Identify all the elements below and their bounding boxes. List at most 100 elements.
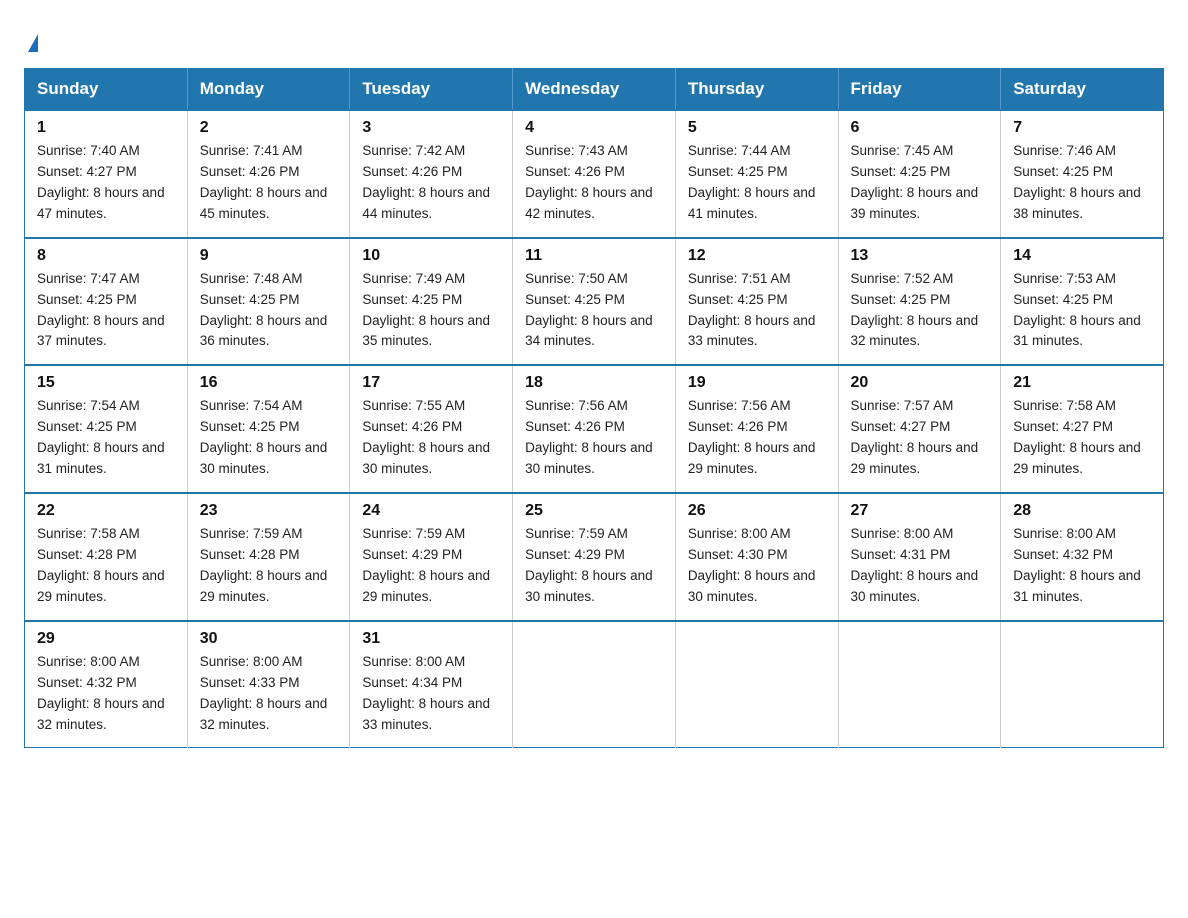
calendar-cell: 3 Sunrise: 7:42 AMSunset: 4:26 PMDayligh… xyxy=(350,110,513,238)
day-number: 30 xyxy=(200,630,338,648)
day-number: 22 xyxy=(37,502,175,520)
day-number: 1 xyxy=(37,119,175,137)
calendar-cell: 7 Sunrise: 7:46 AMSunset: 4:25 PMDayligh… xyxy=(1001,110,1164,238)
day-info: Sunrise: 7:51 AMSunset: 4:25 PMDaylight:… xyxy=(688,269,826,353)
day-info: Sunrise: 7:53 AMSunset: 4:25 PMDaylight:… xyxy=(1013,269,1151,353)
calendar-cell: 28 Sunrise: 8:00 AMSunset: 4:32 PMDaylig… xyxy=(1001,493,1164,621)
calendar-cell: 2 Sunrise: 7:41 AMSunset: 4:26 PMDayligh… xyxy=(187,110,350,238)
calendar-week-row: 15 Sunrise: 7:54 AMSunset: 4:25 PMDaylig… xyxy=(25,365,1164,493)
day-number: 7 xyxy=(1013,119,1151,137)
calendar-cell: 11 Sunrise: 7:50 AMSunset: 4:25 PMDaylig… xyxy=(513,238,676,366)
day-info: Sunrise: 7:58 AMSunset: 4:28 PMDaylight:… xyxy=(37,524,175,608)
day-number: 5 xyxy=(688,119,826,137)
calendar-cell: 19 Sunrise: 7:56 AMSunset: 4:26 PMDaylig… xyxy=(675,365,838,493)
day-info: Sunrise: 7:42 AMSunset: 4:26 PMDaylight:… xyxy=(362,141,500,225)
day-info: Sunrise: 7:58 AMSunset: 4:27 PMDaylight:… xyxy=(1013,396,1151,480)
day-of-week-header: Saturday xyxy=(1001,69,1164,111)
day-info: Sunrise: 8:00 AMSunset: 4:31 PMDaylight:… xyxy=(851,524,989,608)
logo-triangle-icon xyxy=(28,34,38,52)
day-number: 25 xyxy=(525,502,663,520)
calendar-cell: 12 Sunrise: 7:51 AMSunset: 4:25 PMDaylig… xyxy=(675,238,838,366)
day-number: 31 xyxy=(362,630,500,648)
calendar-cell: 26 Sunrise: 8:00 AMSunset: 4:30 PMDaylig… xyxy=(675,493,838,621)
day-number: 14 xyxy=(1013,247,1151,265)
calendar-cell: 13 Sunrise: 7:52 AMSunset: 4:25 PMDaylig… xyxy=(838,238,1001,366)
calendar-cell: 8 Sunrise: 7:47 AMSunset: 4:25 PMDayligh… xyxy=(25,238,188,366)
day-info: Sunrise: 7:52 AMSunset: 4:25 PMDaylight:… xyxy=(851,269,989,353)
calendar-cell: 17 Sunrise: 7:55 AMSunset: 4:26 PMDaylig… xyxy=(350,365,513,493)
day-of-week-header: Thursday xyxy=(675,69,838,111)
calendar-cell: 1 Sunrise: 7:40 AMSunset: 4:27 PMDayligh… xyxy=(25,110,188,238)
calendar-cell: 16 Sunrise: 7:54 AMSunset: 4:25 PMDaylig… xyxy=(187,365,350,493)
day-of-week-header: Tuesday xyxy=(350,69,513,111)
calendar-week-row: 1 Sunrise: 7:40 AMSunset: 4:27 PMDayligh… xyxy=(25,110,1164,238)
calendar-header-row: SundayMondayTuesdayWednesdayThursdayFrid… xyxy=(25,69,1164,111)
day-info: Sunrise: 8:00 AMSunset: 4:32 PMDaylight:… xyxy=(1013,524,1151,608)
day-number: 6 xyxy=(851,119,989,137)
day-number: 18 xyxy=(525,374,663,392)
calendar-cell: 21 Sunrise: 7:58 AMSunset: 4:27 PMDaylig… xyxy=(1001,365,1164,493)
day-number: 9 xyxy=(200,247,338,265)
calendar-cell: 18 Sunrise: 7:56 AMSunset: 4:26 PMDaylig… xyxy=(513,365,676,493)
calendar-cell: 5 Sunrise: 7:44 AMSunset: 4:25 PMDayligh… xyxy=(675,110,838,238)
calendar-cell: 15 Sunrise: 7:54 AMSunset: 4:25 PMDaylig… xyxy=(25,365,188,493)
day-info: Sunrise: 7:43 AMSunset: 4:26 PMDaylight:… xyxy=(525,141,663,225)
day-info: Sunrise: 7:45 AMSunset: 4:25 PMDaylight:… xyxy=(851,141,989,225)
calendar-table: SundayMondayTuesdayWednesdayThursdayFrid… xyxy=(24,68,1164,748)
calendar-cell: 14 Sunrise: 7:53 AMSunset: 4:25 PMDaylig… xyxy=(1001,238,1164,366)
day-info: Sunrise: 8:00 AMSunset: 4:30 PMDaylight:… xyxy=(688,524,826,608)
day-number: 20 xyxy=(851,374,989,392)
day-info: Sunrise: 7:46 AMSunset: 4:25 PMDaylight:… xyxy=(1013,141,1151,225)
calendar-cell: 24 Sunrise: 7:59 AMSunset: 4:29 PMDaylig… xyxy=(350,493,513,621)
day-number: 27 xyxy=(851,502,989,520)
calendar-cell: 10 Sunrise: 7:49 AMSunset: 4:25 PMDaylig… xyxy=(350,238,513,366)
day-info: Sunrise: 7:40 AMSunset: 4:27 PMDaylight:… xyxy=(37,141,175,225)
day-info: Sunrise: 7:59 AMSunset: 4:29 PMDaylight:… xyxy=(362,524,500,608)
calendar-cell xyxy=(513,621,676,748)
calendar-cell: 4 Sunrise: 7:43 AMSunset: 4:26 PMDayligh… xyxy=(513,110,676,238)
day-info: Sunrise: 7:44 AMSunset: 4:25 PMDaylight:… xyxy=(688,141,826,225)
day-info: Sunrise: 7:56 AMSunset: 4:26 PMDaylight:… xyxy=(525,396,663,480)
calendar-cell: 29 Sunrise: 8:00 AMSunset: 4:32 PMDaylig… xyxy=(25,621,188,748)
day-number: 16 xyxy=(200,374,338,392)
day-of-week-header: Monday xyxy=(187,69,350,111)
day-number: 21 xyxy=(1013,374,1151,392)
day-number: 3 xyxy=(362,119,500,137)
day-info: Sunrise: 7:50 AMSunset: 4:25 PMDaylight:… xyxy=(525,269,663,353)
day-of-week-header: Friday xyxy=(838,69,1001,111)
day-number: 15 xyxy=(37,374,175,392)
calendar-week-row: 8 Sunrise: 7:47 AMSunset: 4:25 PMDayligh… xyxy=(25,238,1164,366)
calendar-cell xyxy=(1001,621,1164,748)
calendar-cell: 23 Sunrise: 7:59 AMSunset: 4:28 PMDaylig… xyxy=(187,493,350,621)
day-info: Sunrise: 7:56 AMSunset: 4:26 PMDaylight:… xyxy=(688,396,826,480)
calendar-cell: 25 Sunrise: 7:59 AMSunset: 4:29 PMDaylig… xyxy=(513,493,676,621)
day-number: 26 xyxy=(688,502,826,520)
day-info: Sunrise: 7:59 AMSunset: 4:28 PMDaylight:… xyxy=(200,524,338,608)
day-info: Sunrise: 8:00 AMSunset: 4:34 PMDaylight:… xyxy=(362,652,500,736)
day-info: Sunrise: 8:00 AMSunset: 4:33 PMDaylight:… xyxy=(200,652,338,736)
day-number: 4 xyxy=(525,119,663,137)
day-number: 24 xyxy=(362,502,500,520)
day-number: 28 xyxy=(1013,502,1151,520)
day-number: 23 xyxy=(200,502,338,520)
day-number: 19 xyxy=(688,374,826,392)
day-info: Sunrise: 7:55 AMSunset: 4:26 PMDaylight:… xyxy=(362,396,500,480)
day-info: Sunrise: 7:47 AMSunset: 4:25 PMDaylight:… xyxy=(37,269,175,353)
day-number: 2 xyxy=(200,119,338,137)
day-number: 10 xyxy=(362,247,500,265)
logo xyxy=(24,24,38,52)
day-number: 11 xyxy=(525,247,663,265)
day-info: Sunrise: 7:41 AMSunset: 4:26 PMDaylight:… xyxy=(200,141,338,225)
logo-general-line xyxy=(24,24,38,52)
day-info: Sunrise: 7:54 AMSunset: 4:25 PMDaylight:… xyxy=(200,396,338,480)
day-number: 17 xyxy=(362,374,500,392)
calendar-cell: 30 Sunrise: 8:00 AMSunset: 4:33 PMDaylig… xyxy=(187,621,350,748)
day-number: 8 xyxy=(37,247,175,265)
calendar-cell: 9 Sunrise: 7:48 AMSunset: 4:25 PMDayligh… xyxy=(187,238,350,366)
day-of-week-header: Sunday xyxy=(25,69,188,111)
calendar-cell: 6 Sunrise: 7:45 AMSunset: 4:25 PMDayligh… xyxy=(838,110,1001,238)
calendar-cell: 31 Sunrise: 8:00 AMSunset: 4:34 PMDaylig… xyxy=(350,621,513,748)
calendar-cell: 20 Sunrise: 7:57 AMSunset: 4:27 PMDaylig… xyxy=(838,365,1001,493)
day-info: Sunrise: 8:00 AMSunset: 4:32 PMDaylight:… xyxy=(37,652,175,736)
day-number: 12 xyxy=(688,247,826,265)
